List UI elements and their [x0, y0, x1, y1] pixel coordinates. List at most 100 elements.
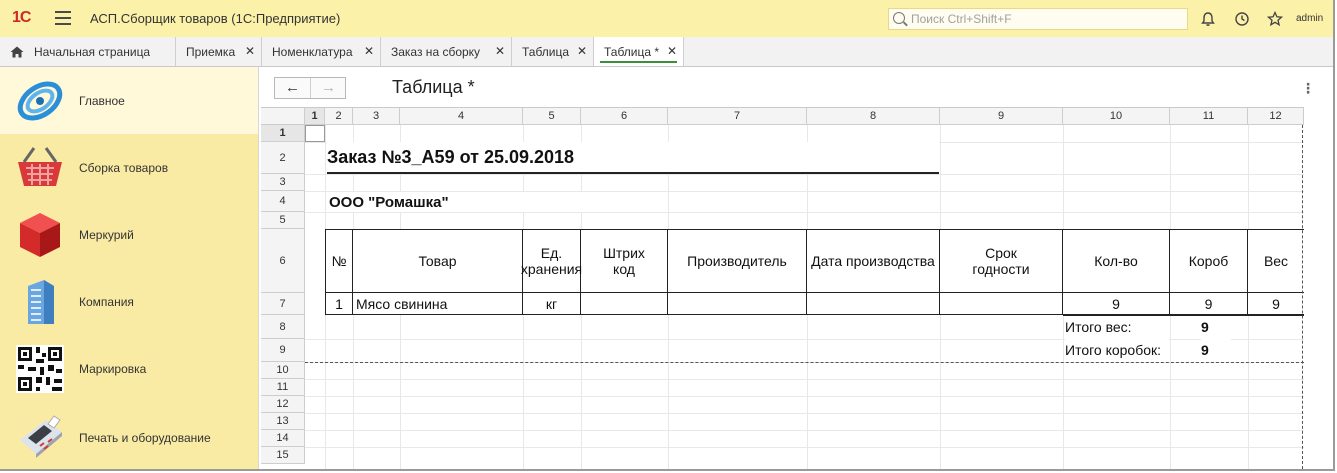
page-break-line	[1302, 125, 1303, 469]
row-header[interactable]: 3	[261, 174, 305, 191]
basket-icon	[18, 147, 62, 186]
header-cell-maker: Производитель	[668, 229, 807, 293]
home-icon	[10, 46, 24, 57]
row-header[interactable]: 10	[261, 362, 305, 379]
close-icon[interactable]: ✕	[577, 44, 587, 58]
header-cell-qty: Кол-во	[1063, 229, 1170, 293]
app-window: 1С АСП.Сборщик товаров (1С:Предприятие) …	[0, 0, 1335, 471]
search-box[interactable]	[888, 8, 1188, 30]
grid-line	[305, 212, 1304, 213]
row-cell-maker[interactable]	[668, 293, 807, 315]
tab-priemka[interactable]: Приемка ✕	[176, 37, 262, 66]
payment-terminal-icon	[20, 415, 62, 458]
row-header[interactable]: 12	[261, 396, 305, 413]
page-title: Таблица *	[392, 77, 475, 97]
column-header[interactable]: 11	[1170, 108, 1248, 125]
grid-line	[305, 413, 1304, 414]
column-header[interactable]: 9	[940, 108, 1063, 125]
row-cell-barcode[interactable]	[581, 293, 668, 315]
column-header[interactable]: 7	[668, 108, 807, 125]
more-actions-icon[interactable]: ⋮	[1301, 80, 1315, 97]
tab-label: Начальная страница	[34, 44, 151, 59]
row-header[interactable]: 14	[261, 430, 305, 447]
sheet-corner[interactable]	[261, 108, 305, 125]
row-cell-weight[interactable]: 9	[1248, 293, 1304, 315]
search-icon	[893, 12, 905, 24]
sidebar-item-assembly[interactable]: Сборка товаров	[0, 134, 258, 201]
totals-border	[1063, 315, 1304, 316]
row-cell-shelf[interactable]	[940, 293, 1063, 315]
history-icon[interactable]	[1233, 10, 1251, 28]
column-header[interactable]: 10	[1063, 108, 1170, 125]
sidebar-item-label: Меркурий	[79, 228, 134, 242]
page-break-line	[305, 362, 1304, 363]
row-cell-item[interactable]: Мясо свинина	[353, 293, 523, 315]
tab-order[interactable]: Заказ на сборку ✕	[381, 37, 512, 66]
column-header[interactable]: 8	[807, 108, 940, 125]
row-header[interactable]: 1	[261, 125, 305, 142]
sidebar-item-label: Маркировка	[79, 362, 147, 376]
menu-icon[interactable]	[55, 11, 71, 25]
row-cell-box[interactable]: 9	[1170, 293, 1248, 315]
company-name: ООО "Ромашка"	[329, 192, 629, 212]
grid-line	[305, 447, 1304, 448]
close-icon[interactable]: ✕	[245, 44, 255, 58]
header-cell-item: Товар	[353, 229, 523, 293]
column-header[interactable]: 5	[523, 108, 581, 125]
tab-table[interactable]: Таблица ✕	[512, 37, 594, 66]
selected-cell[interactable]	[305, 125, 325, 142]
sidebar-item-company[interactable]: Компания	[0, 268, 258, 335]
sidebar-item-printing[interactable]: Печать и оборудование	[0, 402, 258, 469]
row-cell-date[interactable]	[807, 293, 940, 315]
row-cell-num[interactable]: 1	[325, 293, 353, 315]
column-header[interactable]: 12	[1248, 108, 1304, 125]
row-header[interactable]: 7	[261, 293, 305, 315]
row-header[interactable]: 6	[261, 229, 305, 293]
tab-label: Приемка	[186, 44, 236, 59]
row-header[interactable]: 2	[261, 142, 305, 174]
forward-button[interactable]: →	[311, 78, 346, 98]
spreadsheet[interactable]: 1 2 3 4 5 6 7 8 9 10 11 12 1 2 3 4 5 6 7…	[261, 107, 1304, 469]
column-header[interactable]: 6	[581, 108, 668, 125]
row-header[interactable]: 4	[261, 191, 305, 212]
row-header[interactable]: 8	[261, 315, 305, 339]
grid-line	[305, 430, 1304, 431]
tab-bar: Начальная страница Приемка ✕ Номенклатура…	[0, 37, 1333, 67]
sidebar-item-mercury[interactable]: Меркурий	[0, 201, 258, 268]
tab-table-active[interactable]: Таблица * ✕	[594, 37, 684, 66]
row-header[interactable]: 11	[261, 379, 305, 396]
sidebar-item-label: Сборка товаров	[79, 161, 169, 175]
tab-label: Номенклатура	[272, 44, 353, 59]
row-header[interactable]: 15	[261, 447, 305, 464]
search-input[interactable]	[911, 11, 1181, 27]
column-header[interactable]: 4	[400, 108, 523, 125]
tab-nomenklatura[interactable]: Номенклатура ✕	[262, 37, 381, 66]
row-cell-unit[interactable]: кг	[523, 293, 581, 315]
back-button[interactable]: ←	[275, 78, 311, 98]
close-icon[interactable]: ✕	[364, 44, 374, 58]
app-logo[interactable]: 1С	[12, 9, 31, 27]
total-boxes-value: 9	[1201, 339, 1231, 361]
close-icon[interactable]: ✕	[667, 44, 677, 58]
tab-label: Таблица	[522, 44, 570, 59]
row-header[interactable]: 13	[261, 413, 305, 430]
tab-home[interactable]: Начальная страница	[0, 37, 176, 66]
sidebar: Главное Сборка товаров Меркурий Компания…	[0, 67, 258, 469]
header-cell-box: Короб	[1170, 229, 1248, 293]
app-title: АСП.Сборщик товаров (1С:Предприятие)	[90, 11, 341, 26]
grid-line	[305, 379, 1304, 380]
header-cell-num: №	[325, 229, 353, 293]
sidebar-item-marking[interactable]: Маркировка	[0, 335, 258, 402]
star-icon[interactable]	[1266, 10, 1284, 28]
row-header[interactable]: 9	[261, 339, 305, 362]
column-header[interactable]: 2	[325, 108, 353, 125]
username[interactable]: admin	[1296, 13, 1323, 24]
bell-icon[interactable]	[1199, 10, 1217, 28]
sidebar-item-main[interactable]: Главное	[0, 67, 258, 134]
row-cell-qty[interactable]: 9	[1063, 293, 1170, 315]
row-header[interactable]: 5	[261, 212, 305, 229]
column-header[interactable]: 1	[305, 108, 325, 125]
close-icon[interactable]: ✕	[495, 44, 505, 58]
column-header[interactable]: 3	[353, 108, 400, 125]
header-cell-unit: Ед. хранения	[521, 229, 582, 293]
